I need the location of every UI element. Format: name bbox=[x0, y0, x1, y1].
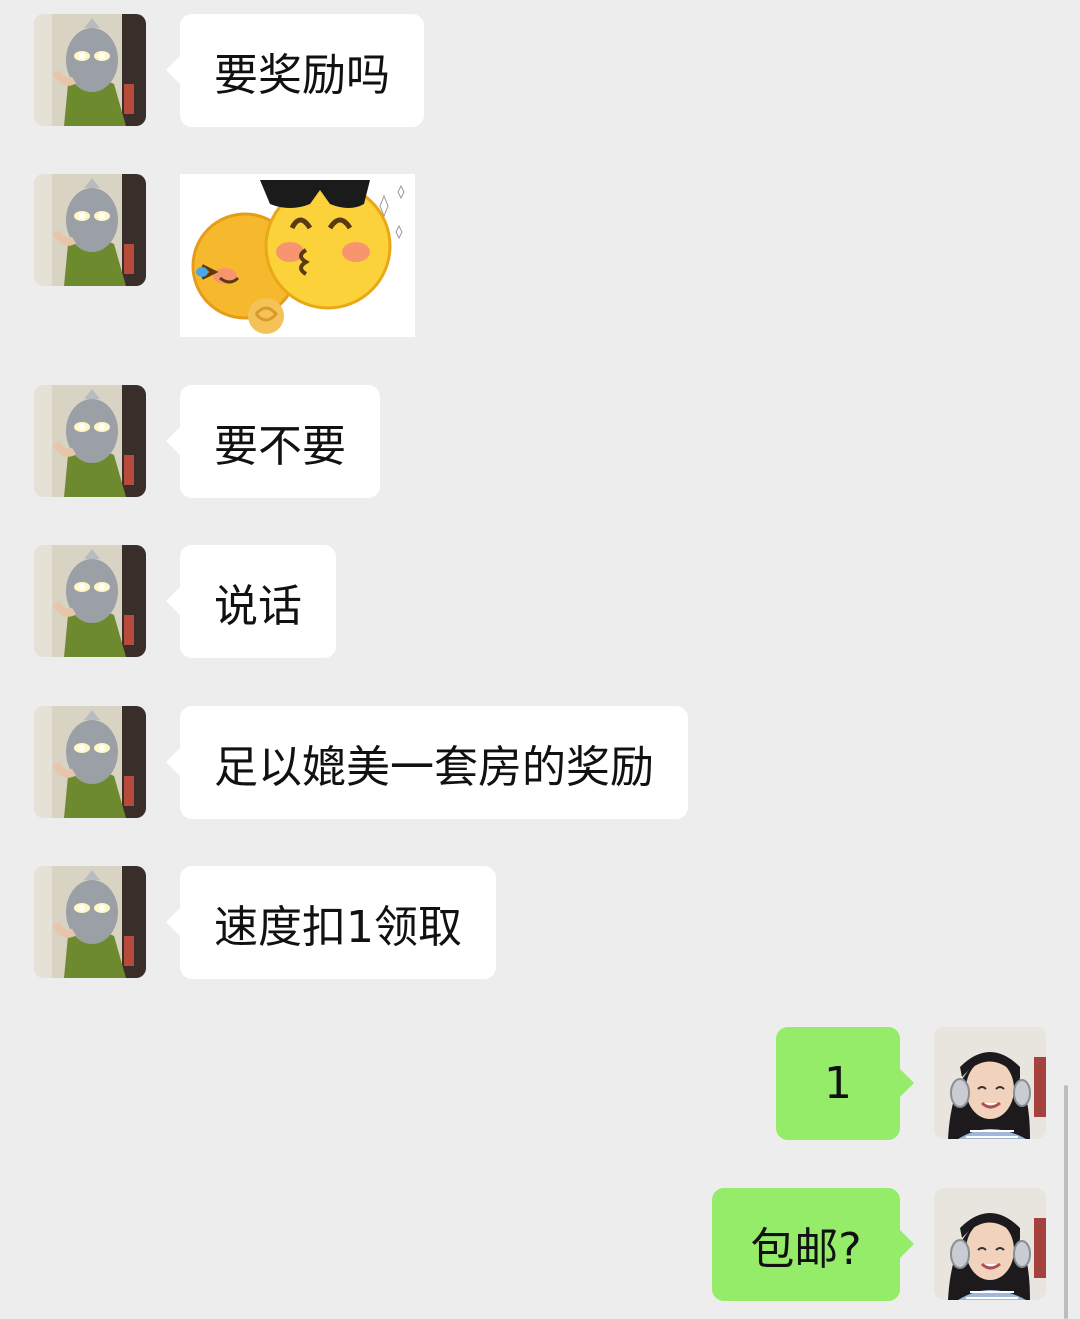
message-text: 包邮? bbox=[750, 1223, 862, 1275]
contact-avatar[interactable] bbox=[34, 545, 146, 657]
message-row: 足以媲美一套房的奖励 bbox=[0, 706, 1080, 819]
message-row bbox=[0, 174, 1080, 337]
message-row: 1 bbox=[0, 1027, 1080, 1140]
self-avatar[interactable] bbox=[934, 1188, 1046, 1300]
message-row: 速度扣1领取 bbox=[0, 866, 1080, 979]
contact-avatar[interactable] bbox=[34, 14, 146, 126]
self-avatar[interactable] bbox=[934, 1027, 1046, 1139]
sunglasses-kiss-emoji-sticker[interactable] bbox=[180, 174, 415, 337]
message-row: 说话 bbox=[0, 545, 1080, 658]
message-text: 说话 bbox=[214, 580, 302, 632]
contact-avatar[interactable] bbox=[34, 385, 146, 497]
incoming-message-bubble[interactable]: 足以媲美一套房的奖励 bbox=[166, 706, 688, 819]
message-row: 要不要 bbox=[0, 385, 1080, 498]
outgoing-message-bubble[interactable]: 1 bbox=[776, 1027, 914, 1140]
incoming-message-bubble[interactable]: 要不要 bbox=[166, 385, 380, 498]
message-text: 速度扣1领取 bbox=[214, 901, 462, 953]
message-text: 1 bbox=[824, 1058, 852, 1109]
scrollbar[interactable] bbox=[1064, 1085, 1068, 1319]
contact-avatar[interactable] bbox=[34, 174, 146, 286]
message-text: 足以媲美一套房的奖励 bbox=[214, 741, 654, 793]
message-text: 要不要 bbox=[214, 420, 346, 472]
incoming-message-bubble[interactable]: 说话 bbox=[166, 545, 336, 658]
message-text: 要奖励吗 bbox=[214, 49, 390, 101]
message-row: 要奖励吗 bbox=[0, 14, 1080, 127]
contact-avatar[interactable] bbox=[34, 706, 146, 818]
message-row: 包邮? bbox=[0, 1188, 1080, 1301]
outgoing-message-bubble[interactable]: 包邮? bbox=[712, 1188, 914, 1301]
contact-avatar[interactable] bbox=[34, 866, 146, 978]
incoming-message-bubble[interactable]: 要奖励吗 bbox=[166, 14, 424, 127]
incoming-message-bubble[interactable]: 速度扣1领取 bbox=[166, 866, 496, 979]
